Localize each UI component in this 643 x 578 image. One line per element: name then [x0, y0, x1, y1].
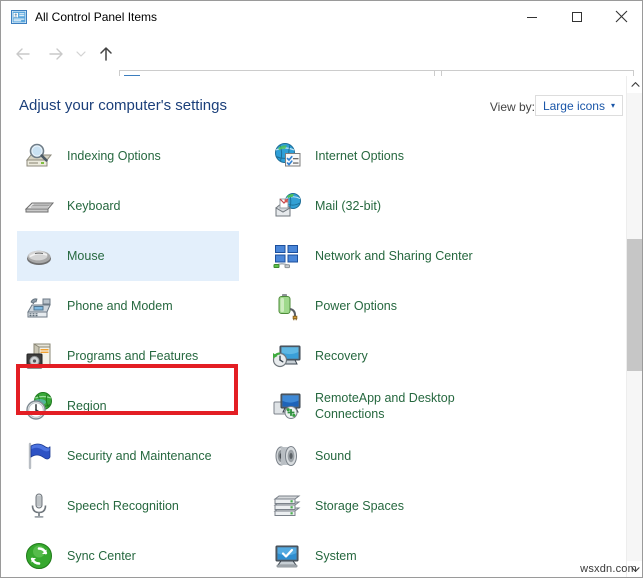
maximize-icon — [571, 11, 583, 23]
item-sync-center[interactable]: Sync Center — [17, 531, 239, 578]
view-by-dropdown[interactable]: Large icons ▾ — [535, 95, 623, 116]
programs-and-features-icon — [23, 340, 55, 372]
network-and-sharing-center-icon — [271, 240, 303, 272]
item-label: Indexing Options — [67, 148, 161, 164]
view-by-value: Large icons — [543, 99, 605, 113]
item-speech-recognition[interactable]: Speech Recognition — [17, 481, 239, 531]
mail-icon — [271, 190, 303, 222]
window-title: All Control Panel Items — [35, 10, 157, 24]
items-column-1: Indexing Options Keyboard Mouse Phone an… — [17, 131, 277, 578]
item-label: Region — [67, 398, 107, 414]
sync-center-icon — [23, 540, 55, 572]
system-icon — [271, 540, 303, 572]
item-label: Network and Sharing Center — [315, 248, 473, 264]
item-internet-options[interactable]: Internet Options — [265, 131, 515, 181]
forward-arrow-icon — [47, 46, 65, 62]
item-region[interactable]: Region — [17, 381, 239, 431]
control-panel-window: All Control Panel Items — [0, 0, 643, 578]
item-label: Sync Center — [67, 548, 136, 564]
back-button[interactable] — [11, 42, 35, 66]
up-arrow-icon — [98, 45, 114, 63]
remoteapp-icon — [271, 390, 303, 422]
item-label: Keyboard — [67, 198, 121, 214]
item-system[interactable]: System — [265, 531, 515, 578]
item-recovery[interactable]: Recovery — [265, 331, 515, 381]
speech-recognition-icon — [23, 490, 55, 522]
region-icon — [23, 390, 55, 422]
scrollbar-thumb[interactable] — [627, 239, 643, 371]
storage-spaces-icon — [271, 490, 303, 522]
item-label: Security and Maintenance — [67, 448, 212, 464]
scrollbar-track[interactable] — [627, 93, 643, 561]
item-indexing-options[interactable]: Indexing Options — [17, 131, 239, 181]
item-power-options[interactable]: Power Options — [265, 281, 515, 331]
item-mouse[interactable]: Mouse — [17, 231, 239, 281]
item-label: Sound — [315, 448, 351, 464]
item-label: Internet Options — [315, 148, 404, 164]
item-programs-and-features[interactable]: Programs and Features — [17, 331, 239, 381]
item-mail[interactable]: Mail (32-bit) — [265, 181, 515, 231]
maximize-button[interactable] — [554, 1, 599, 32]
item-sound[interactable]: Sound — [265, 431, 515, 481]
mouse-icon — [23, 240, 55, 272]
content-area: Adjust your computer's settings View by:… — [2, 76, 643, 578]
chevron-up-icon — [631, 81, 640, 88]
control-panel-icon — [11, 9, 27, 25]
item-label: Mail (32-bit) — [315, 198, 381, 214]
item-label: Power Options — [315, 298, 397, 314]
recent-locations-button[interactable] — [73, 42, 89, 66]
item-remoteapp-and-desktop-connections[interactable]: RemoteApp and Desktop Connections — [265, 381, 515, 431]
recovery-icon — [271, 340, 303, 372]
control-panel-items: Indexing Options Keyboard Mouse Phone an… — [2, 131, 620, 578]
items-column-2: Internet Options Mail (32-bit) Network a… — [265, 131, 525, 578]
chevron-down-icon: ▾ — [611, 102, 615, 110]
navigation-bar: > Cont... > All Control Panel I... > — [1, 32, 643, 76]
power-options-icon — [271, 290, 303, 322]
minimize-button[interactable] — [509, 1, 554, 32]
vertical-scrollbar[interactable] — [626, 76, 643, 578]
watermark: wsxdn.com — [580, 563, 637, 575]
item-label: Programs and Features — [67, 348, 198, 364]
view-by-label: View by: — [490, 100, 535, 114]
item-network-and-sharing-center[interactable]: Network and Sharing Center — [265, 231, 515, 281]
indexing-options-icon — [23, 140, 55, 172]
internet-options-icon — [271, 140, 303, 172]
item-label: RemoteApp and Desktop Connections — [315, 390, 500, 422]
sound-icon — [271, 440, 303, 472]
minimize-icon — [526, 11, 538, 23]
item-label: Speech Recognition — [67, 498, 179, 514]
item-phone-and-modem[interactable]: Phone and Modem — [17, 281, 239, 331]
item-security-and-maintenance[interactable]: Security and Maintenance — [17, 431, 239, 481]
item-label: Recovery — [315, 348, 368, 364]
keyboard-icon — [23, 190, 55, 222]
chevron-down-icon — [76, 50, 86, 58]
up-one-level-button[interactable] — [94, 42, 118, 66]
window-controls — [509, 1, 643, 32]
close-button[interactable] — [599, 1, 643, 32]
page-title: Adjust your computer's settings — [19, 97, 227, 114]
title-bar: All Control Panel Items — [1, 1, 643, 32]
item-label: Phone and Modem — [67, 298, 173, 314]
item-label: System — [315, 548, 357, 564]
item-label: Mouse — [67, 248, 105, 264]
item-keyboard[interactable]: Keyboard — [17, 181, 239, 231]
item-storage-spaces[interactable]: Storage Spaces — [265, 481, 515, 531]
scroll-up-button[interactable] — [627, 76, 643, 93]
forward-button[interactable] — [44, 42, 68, 66]
close-icon — [615, 10, 628, 23]
phone-and-modem-icon — [23, 290, 55, 322]
back-arrow-icon — [14, 46, 32, 62]
item-label: Storage Spaces — [315, 498, 404, 514]
security-and-maintenance-icon — [23, 440, 55, 472]
